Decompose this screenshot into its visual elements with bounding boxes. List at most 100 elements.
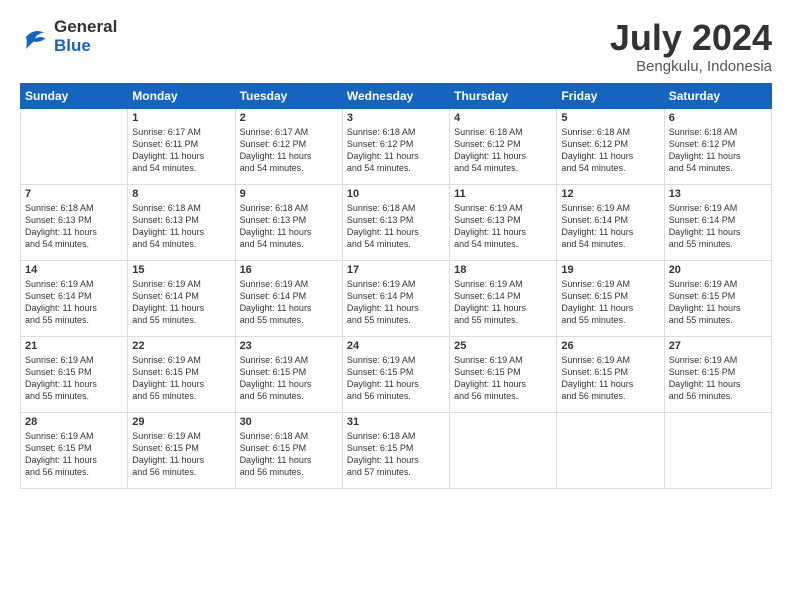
info-line: and 55 minutes.: [25, 315, 89, 325]
info-line: Daylight: 11 hours: [669, 227, 741, 237]
info-line: Sunset: 6:15 PM: [240, 367, 307, 377]
info-line: Sunset: 6:14 PM: [132, 291, 199, 301]
table-row: 30Sunrise: 6:18 AMSunset: 6:15 PMDayligh…: [235, 412, 342, 488]
table-row: [21, 108, 128, 184]
info-line: Sunrise: 6:18 AM: [132, 203, 201, 213]
day-number: 29: [132, 416, 230, 428]
table-row: 8Sunrise: 6:18 AMSunset: 6:13 PMDaylight…: [128, 184, 235, 260]
table-row: 6Sunrise: 6:18 AMSunset: 6:12 PMDaylight…: [664, 108, 771, 184]
calendar-table: Sunday Monday Tuesday Wednesday Thursday…: [20, 83, 772, 489]
info-line: and 54 minutes.: [240, 163, 304, 173]
info-line: Daylight: 11 hours: [561, 227, 633, 237]
cell-info: Sunrise: 6:19 AMSunset: 6:15 PMDaylight:…: [132, 354, 230, 403]
cell-info: Sunrise: 6:19 AM Sunset: 6:15 PM Daylight:…: [25, 430, 123, 479]
info-line: Sunset: 6:15 PM: [561, 291, 628, 301]
day-number: 25: [454, 340, 552, 352]
info-line: Daylight: 11 hours: [561, 151, 633, 161]
cell-info: Sunrise: 6:18 AMSunset: 6:13 PMDaylight:…: [240, 202, 338, 251]
cell-info: Sunrise: 6:19 AMSunset: 6:14 PMDaylight:…: [25, 278, 123, 327]
info-line: and 55 minutes.: [25, 391, 89, 401]
table-row: [664, 412, 771, 488]
day-number: 30: [240, 416, 338, 428]
cell-info: Sunrise: 6:19 AMSunset: 6:14 PMDaylight:…: [669, 202, 767, 251]
info-line: Sunrise: 6:19 AM: [669, 355, 738, 365]
table-row: 21Sunrise: 6:19 AMSunset: 6:15 PMDayligh…: [21, 336, 128, 412]
calendar-week-row: 7Sunrise: 6:18 AMSunset: 6:13 PMDaylight…: [21, 184, 772, 260]
table-row: 14Sunrise: 6:19 AMSunset: 6:14 PMDayligh…: [21, 260, 128, 336]
cell-info: Sunrise: 6:18 AM Sunset: 6:13 PM Daylight:…: [132, 202, 230, 251]
table-row: 24 Sunrise: 6:19 AMSunset: 6:15 PMDayligh…: [342, 336, 449, 412]
info-line: and 55 minutes.: [561, 315, 625, 325]
info-line: Sunrise: 6:18 AM: [347, 127, 416, 137]
info-line: and 54 minutes.: [454, 163, 518, 173]
info-line: Sunset: 6:13 PM: [132, 215, 199, 225]
cell-info: Sunrise: 6:18 AMSunset: 6:13 PMDaylight:…: [347, 202, 445, 251]
info-line: and 56 minutes.: [132, 467, 196, 477]
info-line: Daylight: 11 hours: [25, 303, 97, 313]
info-line: Daylight: 11 hours: [454, 227, 526, 237]
info-line: Sunrise: 6:19 AM: [25, 431, 94, 441]
info-line: Daylight: 11 hours: [132, 227, 204, 237]
table-row: 5Sunrise: 6:18 AMSunset: 6:12 PMDaylight…: [557, 108, 664, 184]
table-row: 19Sunrise: 6:19 AMSunset: 6:15 PMDayligh…: [557, 260, 664, 336]
logo-text: General Blue: [54, 18, 117, 55]
day-number: 16: [240, 264, 338, 276]
cell-info: Sunrise: 6:19 AMSunset: 6:14 PMDaylight:…: [240, 278, 338, 327]
info-line: Sunrise: 6:19 AM: [132, 431, 201, 441]
info-line: and 55 minutes.: [669, 315, 733, 325]
cell-info: Sunrise: 6:19 AMSunset: 6:14 PMDaylight:…: [347, 278, 445, 327]
info-line: Sunset: 6:15 PM: [25, 367, 92, 377]
info-line: and 54 minutes.: [561, 239, 625, 249]
info-line: Sunrise: 6:19 AM: [240, 355, 309, 365]
day-number: 28: [25, 416, 123, 428]
table-row: 18Sunrise: 6:19 AMSunset: 6:14 PMDayligh…: [450, 260, 557, 336]
info-line: and 55 minutes.: [132, 391, 196, 401]
cell-info: Sunrise: 6:18 AMSunset: 6:12 PMDaylight:…: [347, 126, 445, 175]
info-line: and 55 minutes.: [454, 315, 518, 325]
table-row: 23Sunrise: 6:19 AMSunset: 6:15 PMDayligh…: [235, 336, 342, 412]
info-line: Sunrise: 6:18 AM: [25, 203, 94, 213]
day-number: 11: [454, 188, 552, 200]
col-thursday: Thursday: [450, 83, 557, 108]
day-number: 24: [347, 340, 445, 352]
info-line: Sunrise: 6:18 AM: [240, 431, 309, 441]
day-number: 12: [561, 188, 659, 200]
info-line: Daylight: 11 hours: [454, 303, 526, 313]
table-row: 20Sunrise: 6:19 AMSunset: 6:15 PMDayligh…: [664, 260, 771, 336]
day-number: 31: [347, 416, 445, 428]
info-line: Daylight: 11 hours: [561, 379, 633, 389]
info-line: Sunrise: 6:19 AM: [561, 355, 630, 365]
info-line: and 57 minutes.: [347, 467, 411, 477]
info-line: and 54 minutes.: [25, 239, 89, 249]
info-line: Sunrise: 6:19 AM: [347, 279, 416, 289]
info-line: Daylight: 11 hours: [347, 227, 419, 237]
info-line: Daylight: 11 hours: [454, 379, 526, 389]
cell-info: Sunrise: 6:19 AMSunset: 6:15 PMDaylight:…: [347, 354, 445, 403]
info-line: and 56 minutes.: [454, 391, 518, 401]
cell-info: Sunrise: 6:19 AMSunset: 6:14 PMDaylight:…: [454, 278, 552, 327]
info-line: Sunrise: 6:19 AM: [240, 279, 309, 289]
cell-info: Sunrise: 6:18 AMSunset: 6:12 PMDaylight:…: [669, 126, 767, 175]
info-line: Sunset: 6:15 PM: [669, 291, 736, 301]
table-row: 2Sunrise: 6:17 AMSunset: 6:12 PMDaylight…: [235, 108, 342, 184]
info-line: Daylight: 11 hours: [132, 379, 204, 389]
cell-info: Sunrise: 6:18 AMSunset: 6:13 PMDaylight:…: [25, 202, 123, 251]
info-line: Daylight: 11 hours: [25, 455, 97, 465]
table-row: 4Sunrise: 6:18 AMSunset: 6:12 PMDaylight…: [450, 108, 557, 184]
cell-info: Sunrise: 6:19 AMSunset: 6:13 PMDaylight:…: [454, 202, 552, 251]
info-line: and 56 minutes.: [25, 467, 89, 477]
day-number: 27: [669, 340, 767, 352]
day-number: 1: [132, 112, 230, 124]
col-monday: Monday: [128, 83, 235, 108]
info-line: Sunset: 6:15 PM: [25, 443, 92, 453]
info-line: Daylight: 11 hours: [132, 303, 204, 313]
calendar-header-row: Sunday Monday Tuesday Wednesday Thursday…: [21, 83, 772, 108]
day-number: 19: [561, 264, 659, 276]
table-row: 3Sunrise: 6:18 AMSunset: 6:12 PMDaylight…: [342, 108, 449, 184]
info-line: Sunset: 6:15 PM: [347, 367, 414, 377]
info-line: Sunrise: 6:17 AM: [132, 127, 201, 137]
info-line: Sunrise: 6:19 AM: [454, 279, 523, 289]
info-line: Sunrise: 6:19 AM: [25, 355, 94, 365]
info-line: Daylight: 11 hours: [669, 379, 741, 389]
table-row: 27Sunrise: 6:19 AMSunset: 6:15 PMDayligh…: [664, 336, 771, 412]
